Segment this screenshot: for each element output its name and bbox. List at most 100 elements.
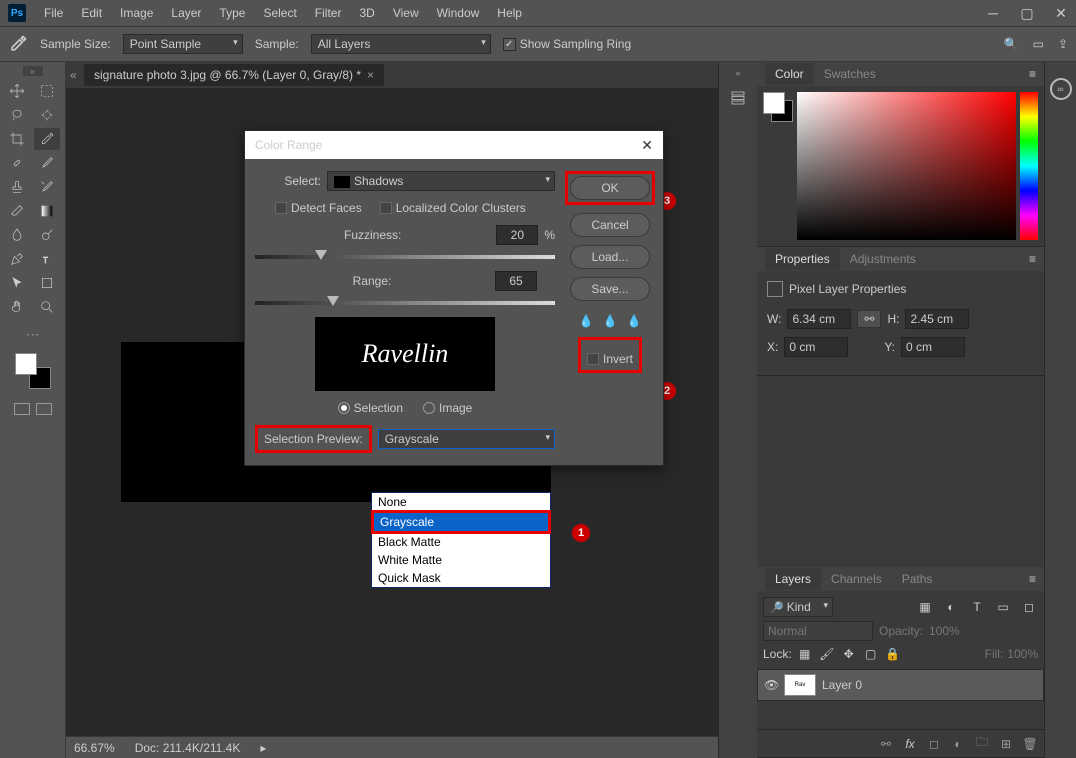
link-layers-icon[interactable]: ⚯: [878, 736, 894, 752]
menu-help[interactable]: Help: [489, 2, 530, 24]
menu-filter[interactable]: Filter: [307, 2, 350, 24]
lock-artboard-icon[interactable]: ▢: [862, 645, 880, 663]
panel-menu-icon[interactable]: ≡: [1029, 572, 1036, 586]
crop-tool[interactable]: [4, 128, 30, 150]
adjustment-icon[interactable]: ◐: [950, 736, 966, 752]
cancel-button[interactable]: Cancel: [570, 213, 650, 237]
eyedropper-sample-icon[interactable]: 💧: [578, 313, 594, 329]
lock-paint-icon[interactable]: 🖌: [818, 645, 836, 663]
path-select-tool[interactable]: [4, 272, 30, 294]
fx-icon[interactable]: fx: [902, 736, 918, 752]
tool-more-icon[interactable]: ⋯: [26, 326, 40, 343]
image-radio[interactable]: Image: [423, 401, 472, 415]
tab-close-icon[interactable]: ×: [367, 68, 374, 82]
screen-mode-icon[interactable]: [14, 403, 30, 415]
filter-pixel-icon[interactable]: ▦: [916, 598, 934, 616]
tab-layers[interactable]: Layers: [765, 568, 821, 590]
lock-all-icon[interactable]: 🔒: [884, 645, 902, 663]
quickmask-icon[interactable]: [36, 403, 52, 415]
eyedropper-subtract-icon[interactable]: 💧: [626, 313, 642, 329]
history-panel-icon[interactable]: [726, 86, 750, 110]
pen-tool[interactable]: [4, 248, 30, 270]
brush-tool[interactable]: [34, 152, 60, 174]
hand-tool[interactable]: [4, 296, 30, 318]
y-input[interactable]: [901, 337, 965, 357]
load-button[interactable]: Load...: [570, 245, 650, 269]
height-input[interactable]: [905, 309, 969, 329]
layer-row[interactable]: 👁 Rav Layer 0: [757, 669, 1044, 701]
select-dropdown[interactable]: Shadows: [327, 171, 555, 191]
visibility-icon[interactable]: 👁: [764, 678, 778, 692]
lock-pos-icon[interactable]: ✥: [840, 645, 858, 663]
menu-image[interactable]: Image: [112, 2, 161, 24]
x-input[interactable]: [784, 337, 848, 357]
fill-value[interactable]: 100%: [1007, 647, 1038, 661]
tab-properties[interactable]: Properties: [765, 248, 840, 270]
filter-smart-icon[interactable]: ◻: [1020, 598, 1038, 616]
share-icon[interactable]: ⇪: [1058, 37, 1068, 51]
opacity-value[interactable]: 100%: [929, 624, 960, 638]
selection-preview-dropdown[interactable]: Grayscale: [378, 429, 555, 449]
save-button[interactable]: Save...: [570, 277, 650, 301]
option-quick-mask[interactable]: Quick Mask: [372, 569, 550, 587]
option-none[interactable]: None: [372, 493, 550, 511]
color-swatches[interactable]: [15, 353, 51, 389]
hue-slider[interactable]: [1020, 92, 1038, 240]
lock-trans-icon[interactable]: ▦: [796, 645, 814, 663]
document-tab[interactable]: signature photo 3.jpg @ 66.7% (Layer 0, …: [84, 64, 384, 86]
history-brush-tool[interactable]: [34, 176, 60, 198]
zoom-level[interactable]: 66.67%: [74, 741, 115, 755]
foreground-color[interactable]: [15, 353, 37, 375]
width-input[interactable]: [787, 309, 851, 329]
dialog-close-icon[interactable]: ✕: [641, 137, 653, 154]
maximize-icon[interactable]: ▢: [1020, 6, 1034, 20]
eyedropper-add-icon[interactable]: 💧: [602, 313, 618, 329]
minimize-icon[interactable]: ─: [986, 6, 1000, 20]
dodge-tool[interactable]: [34, 224, 60, 246]
move-tool[interactable]: [4, 80, 30, 102]
eyedropper-tool[interactable]: [34, 128, 60, 150]
filter-type-icon[interactable]: T: [968, 598, 986, 616]
option-grayscale[interactable]: Grayscale: [374, 513, 548, 531]
menu-view[interactable]: View: [385, 2, 427, 24]
range-slider[interactable]: [255, 301, 555, 305]
fg-swatch[interactable]: [763, 92, 785, 114]
blur-tool[interactable]: [4, 224, 30, 246]
close-icon[interactable]: ✕: [1054, 6, 1068, 20]
invert-checkbox[interactable]: Invert: [587, 352, 633, 366]
range-input[interactable]: [495, 271, 537, 291]
toolbar-collapse-icon[interactable]: »: [23, 66, 43, 76]
sample-size-dropdown[interactable]: Point Sample: [123, 34, 243, 54]
sample-dropdown[interactable]: All Layers: [311, 34, 491, 54]
gradient-tool[interactable]: [34, 200, 60, 222]
zoom-tool[interactable]: [34, 296, 60, 318]
menu-file[interactable]: File: [36, 2, 71, 24]
color-field[interactable]: [797, 92, 1016, 240]
panel-collapse-icon[interactable]: «: [735, 68, 740, 78]
option-white-matte[interactable]: White Matte: [372, 551, 550, 569]
search-icon[interactable]: 🔍: [1004, 37, 1019, 51]
filter-shape-icon[interactable]: ▭: [994, 598, 1012, 616]
eyedropper-icon[interactable]: [8, 34, 28, 54]
tab-adjustments[interactable]: Adjustments: [840, 248, 926, 270]
stamp-tool[interactable]: [4, 176, 30, 198]
menu-type[interactable]: Type: [211, 2, 253, 24]
option-black-matte[interactable]: Black Matte: [372, 533, 550, 551]
selection-radio[interactable]: Selection: [338, 401, 403, 415]
panel-menu-icon[interactable]: ≡: [1029, 67, 1036, 81]
new-layer-icon[interactable]: ⊞: [998, 736, 1014, 752]
ok-button[interactable]: OK: [570, 176, 650, 200]
tab-prev-icon[interactable]: «: [70, 68, 84, 82]
dialog-titlebar[interactable]: Color Range ✕: [245, 131, 663, 159]
layer-thumbnail[interactable]: Rav: [784, 674, 816, 696]
cc-libraries-icon[interactable]: ∞: [1050, 78, 1072, 100]
group-icon[interactable]: 🗀: [974, 736, 990, 752]
filter-adjust-icon[interactable]: ◐: [942, 598, 960, 616]
workspace-icon[interactable]: ▭: [1033, 37, 1044, 51]
lasso-tool[interactable]: [4, 104, 30, 126]
menu-edit[interactable]: Edit: [73, 2, 110, 24]
filter-kind-dropdown[interactable]: 🔎 Kind: [763, 597, 833, 617]
heal-tool[interactable]: [4, 152, 30, 174]
shape-tool[interactable]: [34, 272, 60, 294]
quick-select-tool[interactable]: [34, 104, 60, 126]
